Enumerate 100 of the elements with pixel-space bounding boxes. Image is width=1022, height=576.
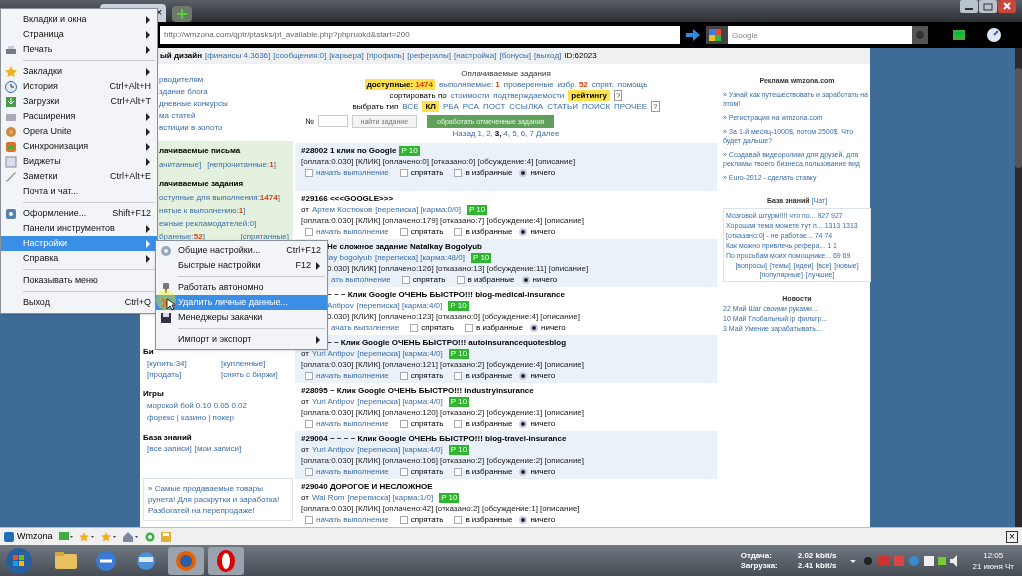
checkbox-icon[interactable] <box>305 467 313 476</box>
checkbox-icon[interactable] <box>454 467 463 476</box>
header-link[interactable]: [профиль] <box>366 50 405 62</box>
menu-link[interactable]: встиции в золото <box>159 122 295 133</box>
checkbox-icon[interactable] <box>399 371 408 380</box>
counter-link[interactable]: ачитанные] <box>159 159 202 170</box>
filter-tab[interactable]: выполняемые: 1 <box>438 79 500 90</box>
counter-link[interactable]: оступные для выполнения:1474] <box>159 192 293 203</box>
filter-tab[interactable]: проверенные <box>503 79 554 90</box>
task-title[interactable]: #29040 ДОРОГОЕ И НЕСЛОЖНОЕ <box>301 481 433 492</box>
menu-item[interactable]: Менеджеры закачки <box>156 310 327 325</box>
save-icon[interactable] <box>160 531 171 542</box>
author-link[interactable]: Артем Костюков <box>311 204 373 215</box>
menu-item[interactable]: Общие настройки... Ctrl+F12 <box>156 243 327 258</box>
exchange-link[interactable]: [продать] <box>147 369 221 380</box>
house-icon[interactable] <box>122 531 139 542</box>
task-title[interactable]: #28002 1 клик по Google <box>301 145 397 156</box>
refresh-icon[interactable] <box>144 531 155 542</box>
menu-item[interactable]: Показывать меню <box>1 273 157 288</box>
start-link[interactable]: начать выполнение <box>316 418 389 429</box>
checkbox-icon[interactable] <box>399 419 408 428</box>
filter-tab[interactable]: помощь <box>617 79 648 90</box>
go-arrow-icon[interactable] <box>686 29 700 41</box>
radio-button[interactable] <box>519 168 528 177</box>
start-link[interactable]: начать выполнение <box>316 370 389 381</box>
menu-item[interactable]: Синхронизация <box>1 139 157 154</box>
radio-button[interactable] <box>521 275 530 284</box>
header-link[interactable]: [бонусы] <box>499 50 531 62</box>
menu-item[interactable]: Импорт и экспорт <box>156 332 327 347</box>
page-link[interactable]: 6, <box>520 128 528 139</box>
page-link[interactable]: 1, <box>477 128 485 139</box>
menu-item[interactable]: Работать автономно <box>156 280 327 295</box>
menu-item[interactable]: Справка <box>1 251 157 266</box>
radio-button[interactable] <box>519 371 528 380</box>
opera-app-icon[interactable] <box>208 546 244 575</box>
option-tab[interactable]: ПОИСК <box>581 101 611 112</box>
option-tab[interactable]: ПРОЧЕЕ <box>614 101 648 112</box>
checkbox-icon[interactable] <box>454 371 463 380</box>
header-link[interactable]: [карьера] <box>329 50 364 62</box>
author-meta[interactable]: [переписка] [карма:4/0] <box>356 300 443 311</box>
checkbox-icon[interactable] <box>399 467 408 476</box>
exchange-link[interactable]: [купленные] <box>221 358 295 369</box>
compass-icon[interactable] <box>986 27 1002 43</box>
author-meta[interactable]: [переписка] [карма:0/0] <box>375 204 461 215</box>
page-link[interactable]: 5, <box>512 128 519 139</box>
checkbox-icon[interactable] <box>399 515 408 524</box>
option-tab[interactable]: ССЫЛКА <box>509 101 544 112</box>
radio-button[interactable] <box>519 419 528 428</box>
menu-item[interactable]: История Ctrl+Alt+H <box>1 79 157 94</box>
option-tab[interactable]: ВСЕ <box>402 101 419 112</box>
number-field[interactable] <box>317 115 348 127</box>
author-meta[interactable]: [переписка] [карма:4/0] <box>357 396 443 407</box>
checkbox-icon[interactable] <box>305 227 313 236</box>
checkbox-icon[interactable] <box>454 168 463 177</box>
filter-tab[interactable]: доступные: 1474 <box>364 79 435 90</box>
scrollbar[interactable] <box>1015 48 1022 527</box>
option-tab[interactable]: подтверждаемости <box>493 90 565 101</box>
start-link[interactable]: начать выполнение <box>316 226 389 237</box>
start-link[interactable]: начать выполнение <box>316 514 389 525</box>
help-button[interactable]: ? <box>613 90 623 101</box>
task-title[interactable]: Не сложное задание Natalkay Bogolyub <box>327 241 482 252</box>
menu-item[interactable]: Расширения <box>1 109 157 124</box>
menu-item[interactable]: Печать <box>1 42 157 57</box>
checkbox-icon[interactable] <box>454 419 463 428</box>
monitor-icon[interactable] <box>58 531 73 542</box>
panel-icon[interactable] <box>952 29 966 41</box>
option-tab[interactable]: СТАТЬИ <box>547 101 578 112</box>
task-title[interactable]: #29004 ~ ~ ~ ~ Клик Google ОЧЕНЬ БЫСТРО!!! blog-travel-insurance <box>301 433 567 444</box>
counter-link[interactable]: нятые к выполнению:1] <box>159 205 293 216</box>
exchange-link[interactable]: [купить:34] <box>147 358 221 369</box>
author-link[interactable]: Yuri Antipov <box>311 348 355 359</box>
checkbox-icon[interactable] <box>305 371 313 380</box>
header-link[interactable]: [выход] <box>534 50 562 62</box>
counter-link[interactable]: [непрочитанные:1] <box>207 159 276 170</box>
menu-item[interactable]: Закладки <box>1 64 157 79</box>
address-field[interactable]: http://wmzona.com/qptr/ptasks/pt_available.php?phpruokd&start=200 <box>160 26 680 44</box>
author-meta[interactable]: [переписка] [карма:48/0] <box>374 252 465 263</box>
author-meta[interactable]: [переписка] [карма:1/0] <box>347 492 434 503</box>
radio-button[interactable] <box>530 323 538 332</box>
clock[interactable]: 12:05 21 июня Чт <box>972 549 1014 572</box>
counter-link[interactable]: ежные рекламодателей:0] <box>159 218 293 229</box>
minimize-button[interactable] <box>960 0 978 13</box>
start-button[interactable] <box>4 546 34 575</box>
star-icon[interactable] <box>78 531 95 542</box>
star-icon[interactable] <box>100 531 117 542</box>
author-link[interactable]: Yuri Antipov <box>311 396 355 407</box>
page-link[interactable]: 3, <box>494 128 502 139</box>
header-link[interactable]: [настройка] <box>453 50 497 62</box>
author-link[interactable]: Antipov <box>327 300 354 311</box>
records-link[interactable]: [мои записи] <box>194 443 242 454</box>
option-tab[interactable]: РБА <box>443 101 459 112</box>
menu-item[interactable]: Вкладки и окна <box>1 12 157 27</box>
task-title[interactable]: ~ ~ ~ Клик Google ОЧЕНЬ БЫСТРО!!! blog-medical-insurance <box>327 289 565 300</box>
menu-item[interactable]: Виджеты <box>1 154 157 169</box>
menu-link[interactable]: рводителям <box>159 74 295 85</box>
author-link[interactable]: Yuri Antipov <box>311 444 355 455</box>
page-link[interactable]: 7 <box>529 128 534 139</box>
checkbox-icon[interactable] <box>464 323 473 332</box>
checkbox-icon[interactable] <box>410 323 419 332</box>
checkbox-icon[interactable] <box>305 515 313 524</box>
